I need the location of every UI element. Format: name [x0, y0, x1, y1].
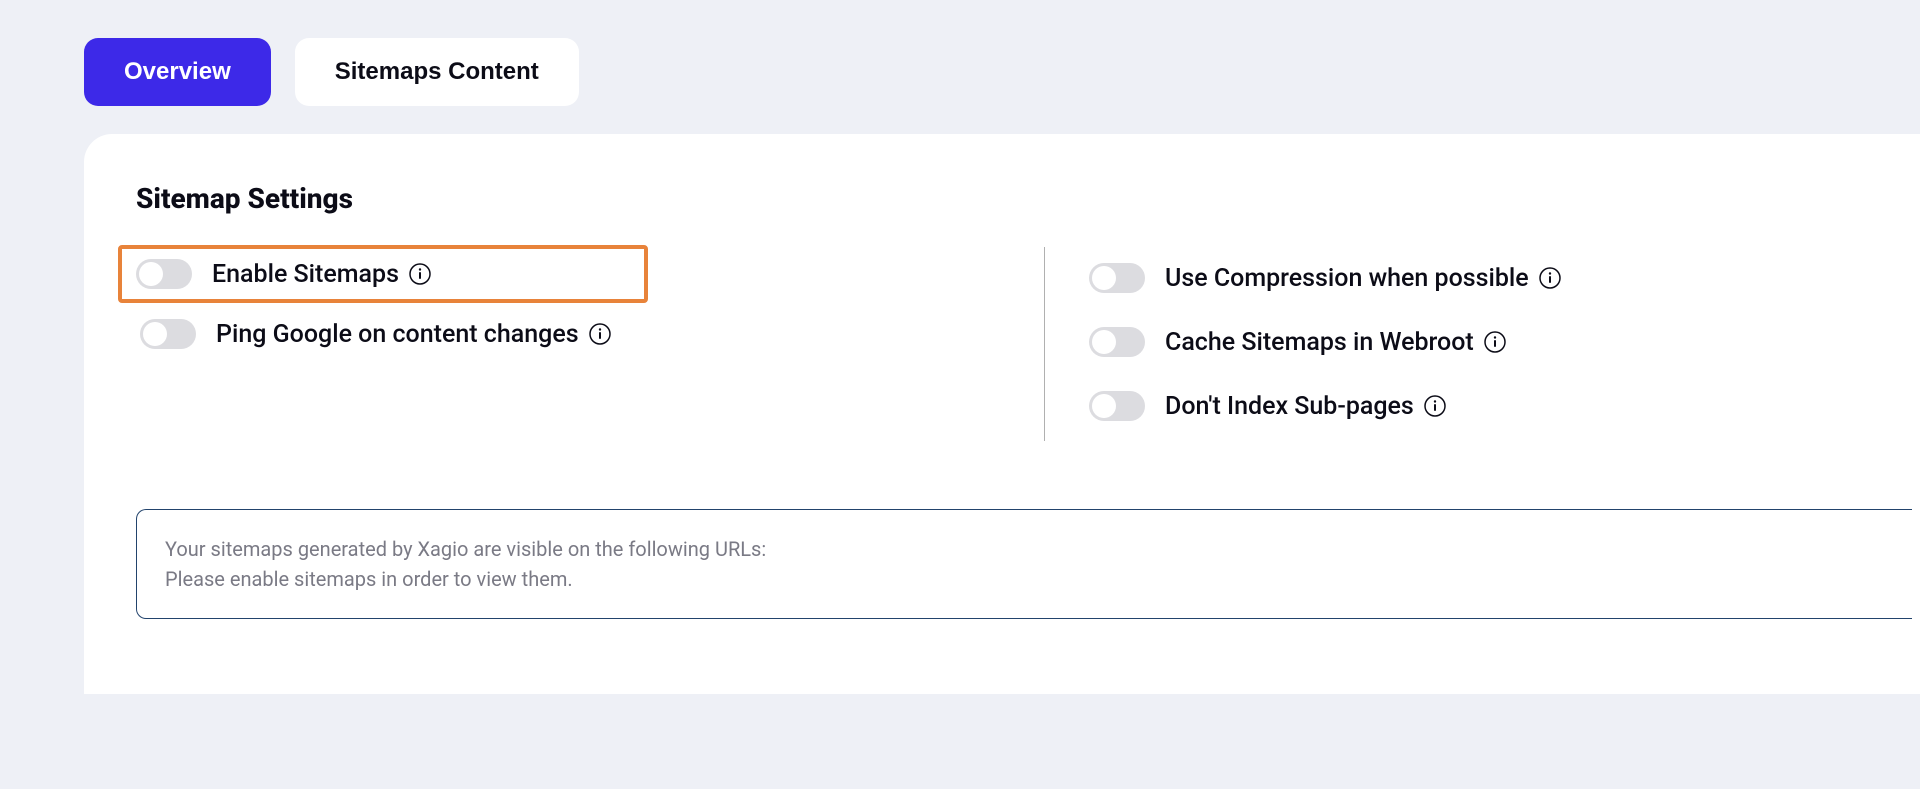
toggle-text: Don't Index Sub-pages: [1165, 392, 1414, 421]
toggle-noindex-subpages[interactable]: [1089, 391, 1145, 421]
toggle-row-noindex-subpages: Don't Index Sub-pages: [1085, 377, 1565, 435]
toggle-compression[interactable]: [1089, 263, 1145, 293]
toggle-label-noindex-subpages: Don't Index Sub-pages: [1165, 392, 1446, 421]
toggle-label-enable-sitemaps: Enable Sitemaps: [212, 260, 431, 289]
toggle-cache-webroot[interactable]: [1089, 327, 1145, 357]
tab-bar: Overview Sitemaps Content: [84, 38, 1920, 106]
toggle-ping-google[interactable]: [140, 319, 196, 349]
info-icon[interactable]: [1424, 395, 1446, 417]
toggle-text: Ping Google on content changes: [216, 320, 579, 349]
info-icon[interactable]: [1484, 331, 1506, 353]
settings-columns: Enable Sitemaps Ping Google on content c…: [136, 247, 1920, 441]
info-icon[interactable]: [409, 263, 431, 285]
settings-column-left: Enable Sitemaps Ping Google on content c…: [136, 247, 1044, 441]
notice-line: Please enable sitemaps in order to view …: [165, 564, 1884, 594]
toggle-enable-sitemaps[interactable]: [136, 259, 192, 289]
toggle-text: Use Compression when possible: [1165, 264, 1529, 293]
toggle-knob: [1092, 394, 1116, 418]
toggle-row-enable-sitemaps: Enable Sitemaps: [118, 245, 648, 303]
toggle-knob: [143, 322, 167, 346]
toggle-label-compression: Use Compression when possible: [1165, 264, 1561, 293]
section-title: Sitemap Settings: [136, 182, 1920, 215]
settings-column-right: Use Compression when possible Cache Site…: [1044, 247, 1565, 441]
toggle-knob: [1092, 330, 1116, 354]
toggle-label-cache-webroot: Cache Sitemaps in Webroot: [1165, 328, 1506, 357]
settings-card: Sitemap Settings Enable Sitemaps: [84, 134, 1920, 694]
info-icon[interactable]: [589, 323, 611, 345]
toggle-knob: [1092, 266, 1116, 290]
toggle-row-ping-google: Ping Google on content changes: [136, 305, 1044, 363]
notice-line: Your sitemaps generated by Xagio are vis…: [165, 534, 1884, 564]
sitemaps-notice: Your sitemaps generated by Xagio are vis…: [136, 509, 1912, 619]
tab-overview[interactable]: Overview: [84, 38, 271, 106]
page-root: Overview Sitemaps Content Sitemap Settin…: [0, 0, 1920, 694]
info-icon[interactable]: [1539, 267, 1561, 289]
toggle-label-ping-google: Ping Google on content changes: [216, 320, 611, 349]
toggle-row-compression: Use Compression when possible: [1085, 249, 1565, 307]
toggle-text: Enable Sitemaps: [212, 260, 399, 289]
toggle-knob: [139, 262, 163, 286]
tab-sitemaps-content[interactable]: Sitemaps Content: [295, 38, 579, 106]
toggle-row-cache-webroot: Cache Sitemaps in Webroot: [1085, 313, 1565, 371]
toggle-text: Cache Sitemaps in Webroot: [1165, 328, 1474, 357]
